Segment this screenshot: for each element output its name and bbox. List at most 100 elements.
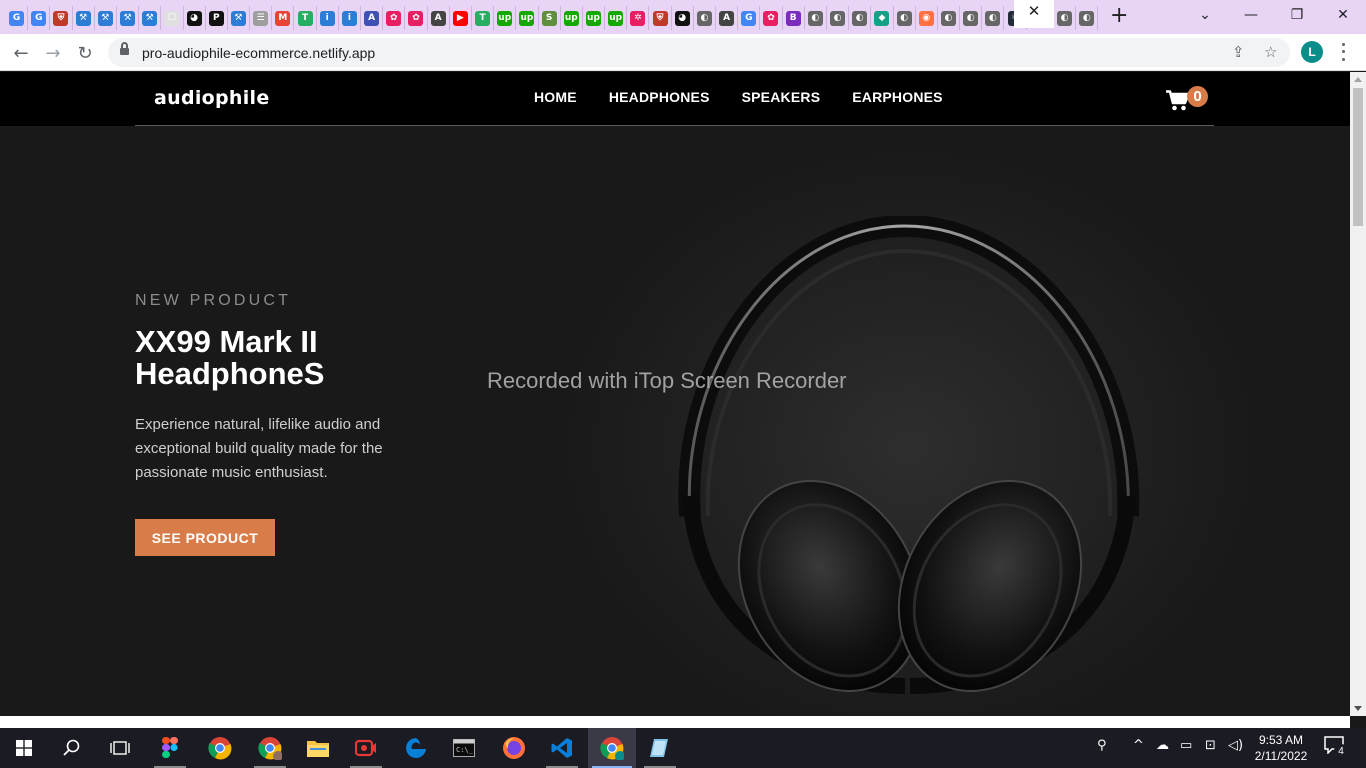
browser-tab-33[interactable]: G bbox=[738, 6, 761, 30]
hero-eyebrow: NEW PRODUCT bbox=[135, 292, 292, 309]
browser-tab-27[interactable]: up bbox=[605, 6, 628, 30]
browser-tab-4[interactable]: ⚒ bbox=[95, 6, 117, 30]
scrollbar-thumb[interactable] bbox=[1353, 88, 1363, 226]
flower-icon: ✿ bbox=[408, 10, 424, 26]
reload-button[interactable]: ↻ bbox=[72, 40, 98, 66]
page-scrollbar[interactable] bbox=[1350, 72, 1366, 716]
browser-tab-42[interactable]: ◐ bbox=[938, 6, 961, 30]
lock-icon[interactable] bbox=[120, 42, 129, 56]
github-icon: ◕ bbox=[186, 10, 202, 26]
cart-icon[interactable] bbox=[1166, 90, 1189, 111]
nav-headphones[interactable]: HEADPHONES bbox=[609, 89, 710, 105]
bookmark-star-icon[interactable]: ☆ bbox=[1264, 43, 1277, 61]
new-tab-button[interactable]: + bbox=[1110, 5, 1128, 27]
vscode-icon[interactable] bbox=[538, 728, 586, 768]
nav-home[interactable]: HOME bbox=[534, 89, 577, 105]
site-logo[interactable]: audiophile bbox=[154, 87, 270, 109]
active-tab[interactable]: ✕ bbox=[1014, 0, 1054, 28]
chrome-active-icon[interactable] bbox=[588, 728, 636, 768]
nav-earphones[interactable]: EARPHONES bbox=[852, 89, 942, 105]
windows-start-icon[interactable] bbox=[0, 728, 48, 768]
browser-tab-29[interactable]: ⛨ bbox=[649, 6, 672, 30]
edge-icon[interactable] bbox=[392, 728, 440, 768]
battery-icon[interactable]: ▭ bbox=[1180, 738, 1192, 753]
browser-tab-9[interactable]: P bbox=[206, 6, 228, 30]
browser-tab-35[interactable]: B bbox=[783, 6, 805, 30]
browser-tab-31[interactable]: ◐ bbox=[694, 6, 716, 30]
people-icon[interactable]: ⚲ bbox=[1097, 738, 1107, 753]
browser-tab-28[interactable]: ✲ bbox=[627, 6, 650, 30]
browser-tab-1[interactable]: G bbox=[28, 6, 51, 30]
tab-search-icon[interactable]: ⌄ bbox=[1182, 0, 1228, 30]
browser-tab-12[interactable]: M bbox=[272, 6, 295, 30]
browser-tab-16[interactable]: A bbox=[361, 6, 384, 30]
browser-tab-2[interactable]: ⛨ bbox=[50, 6, 73, 30]
restore-button[interactable]: ❐ bbox=[1274, 0, 1320, 30]
browser-tab-34[interactable]: ✿ bbox=[760, 6, 783, 30]
browser-tab-43[interactable]: ◐ bbox=[960, 6, 983, 30]
browser-tab-6[interactable]: ⚒ bbox=[139, 6, 162, 30]
search-icon[interactable] bbox=[48, 728, 96, 768]
file-explorer-icon[interactable] bbox=[294, 728, 342, 768]
browser-tab-11[interactable]: ☰ bbox=[250, 6, 273, 30]
browser-tab-10[interactable]: ⚒ bbox=[228, 6, 251, 30]
notes-app-icon[interactable] bbox=[636, 728, 684, 768]
browser-tab-18[interactable]: ✿ bbox=[405, 6, 428, 30]
minimize-button[interactable]: — bbox=[1228, 0, 1274, 30]
close-window-button[interactable]: ✕ bbox=[1320, 0, 1366, 30]
browser-tab-37[interactable]: ◐ bbox=[827, 6, 850, 30]
browser-tab-24[interactable]: S bbox=[539, 6, 561, 30]
browser-tab-15[interactable]: i bbox=[339, 6, 361, 30]
browser-tab-14[interactable]: i bbox=[317, 6, 339, 30]
browser-tab-after-1[interactable]: ◐ bbox=[1076, 6, 1099, 30]
url-text[interactable]: pro-audiophile-ecommerce.netlify.app bbox=[142, 45, 375, 61]
back-button[interactable]: ← bbox=[8, 40, 34, 66]
terminal-icon[interactable]: C:\_ bbox=[440, 728, 488, 768]
browser-tab-22[interactable]: up bbox=[494, 6, 517, 30]
browser-tab-26[interactable]: up bbox=[583, 6, 606, 30]
firefox-icon[interactable] bbox=[490, 728, 538, 768]
browser-menu-icon[interactable] bbox=[1338, 41, 1348, 63]
browser-tab-8[interactable]: ◕ bbox=[184, 6, 206, 30]
browser-tab-3[interactable]: ⚒ bbox=[73, 6, 95, 30]
browser-tab-17[interactable]: ✿ bbox=[383, 6, 406, 30]
browser-tab-19[interactable]: A bbox=[428, 6, 450, 30]
browser-tab-23[interactable]: up bbox=[516, 6, 539, 30]
browser-tab-25[interactable]: up bbox=[561, 6, 583, 30]
browser-tab-41[interactable]: ◉ bbox=[916, 6, 938, 30]
browser-tab-after-0[interactable]: ◐ bbox=[1054, 6, 1077, 30]
share-icon[interactable]: ⇪ bbox=[1232, 43, 1245, 61]
browser-tab-21[interactable]: T bbox=[472, 6, 495, 30]
close-tab-icon[interactable]: ✕ bbox=[1028, 2, 1041, 20]
volume-icon[interactable]: ◁) bbox=[1228, 738, 1243, 753]
scroll-down-icon[interactable] bbox=[1354, 706, 1362, 711]
figma-icon[interactable] bbox=[146, 728, 194, 768]
scroll-up-icon[interactable] bbox=[1354, 77, 1362, 82]
browser-tab-20[interactable]: ▶ bbox=[450, 6, 472, 30]
task-view-icon[interactable] bbox=[96, 728, 144, 768]
profile-avatar[interactable]: L bbox=[1301, 41, 1323, 63]
browser-tab-5[interactable]: ⚒ bbox=[117, 6, 140, 30]
browser-tab-30[interactable]: ◕ bbox=[672, 6, 694, 30]
page-bottom-edge bbox=[0, 716, 1350, 728]
address-bar[interactable]: pro-audiophile-ecommerce.netlify.app ⇪ ☆ bbox=[108, 38, 1290, 67]
browser-tab-39[interactable]: ◆ bbox=[871, 6, 894, 30]
forward-button[interactable]: → bbox=[40, 40, 66, 66]
browser-tab-7[interactable]: ☐ bbox=[161, 6, 184, 30]
taskbar-clock[interactable]: 9:53 AM 2/11/2022 bbox=[1244, 732, 1318, 764]
chevron-up-icon[interactable]: ^ bbox=[1133, 738, 1144, 753]
browser-tab-0[interactable]: G bbox=[6, 6, 29, 30]
network-icon[interactable]: ⊡ bbox=[1205, 738, 1216, 753]
browser-tab-36[interactable]: ◐ bbox=[805, 6, 827, 30]
chrome-profile-icon[interactable] bbox=[246, 728, 294, 768]
browser-tab-38[interactable]: ◐ bbox=[849, 6, 872, 30]
see-product-button[interactable]: SEE PRODUCT bbox=[135, 519, 275, 556]
browser-tab-44[interactable]: ◐ bbox=[982, 6, 1005, 30]
nav-speakers[interactable]: SPEAKERS bbox=[742, 89, 821, 105]
screen-recorder-icon[interactable] bbox=[342, 728, 390, 768]
onedrive-cloud-icon[interactable]: ☁ bbox=[1156, 738, 1169, 753]
browser-tab-13[interactable]: T bbox=[294, 6, 317, 30]
chrome-icon[interactable] bbox=[196, 728, 244, 768]
browser-tab-40[interactable]: ◐ bbox=[894, 6, 916, 30]
browser-tab-32[interactable]: A bbox=[716, 6, 739, 30]
